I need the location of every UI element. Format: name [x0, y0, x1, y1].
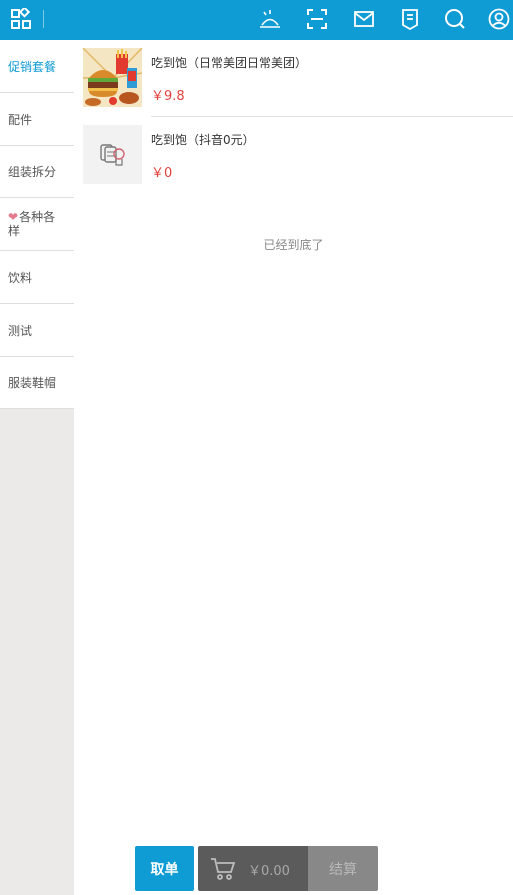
product-name: 吃到饱（日常美团日常美团）: [151, 56, 308, 70]
sidebar-item-label: 测试: [8, 323, 33, 338]
sidebar-item-drinks[interactable]: 饮料: [0, 251, 74, 304]
product-price: ￥0: [151, 166, 173, 181]
mail-icon[interactable]: [353, 8, 375, 30]
category-sidebar: 促销套餐 配件 组装拆分 ❤各种各样 饮料 测试 服装鞋帽: [0, 40, 74, 895]
sidebar-item-accessories[interactable]: 配件: [0, 93, 74, 146]
cart-bar[interactable]: ￥0.00: [198, 846, 308, 891]
topbar-divider: [43, 10, 44, 28]
top-bar: [0, 0, 513, 40]
shopping-cart-icon: [210, 857, 236, 881]
item-divider: [151, 116, 513, 117]
take-order-button[interactable]: 取单: [135, 846, 194, 891]
cart-total: ￥0.00: [248, 864, 290, 879]
sidebar-item-label: 服装鞋帽: [8, 376, 57, 390]
sidebar-item-label: 配件: [8, 112, 33, 127]
user-icon[interactable]: [488, 8, 510, 30]
sidebar-item-clothing-shoes[interactable]: 服装鞋帽: [0, 357, 74, 409]
sidebar-item-test[interactable]: 测试: [0, 304, 74, 357]
scan-icon[interactable]: [306, 8, 328, 30]
search-icon[interactable]: [444, 8, 466, 30]
burger-combo-image: [82, 47, 143, 107]
placeholder-image: [83, 125, 142, 184]
product-item[interactable]: 吃到饱（抖音0元） ￥0: [83, 125, 513, 185]
list-end-text: 已经到底了: [263, 238, 324, 252]
sidebar-item-assembly-split[interactable]: 组装拆分: [0, 146, 74, 198]
grid-menu-icon[interactable]: [10, 8, 32, 30]
sidebar-item-label: 组装拆分: [8, 165, 57, 179]
receipt-icon[interactable]: [399, 8, 421, 30]
food-cover-icon[interactable]: [259, 8, 281, 30]
sidebar-item-label: 促销套餐: [8, 59, 57, 74]
sidebar-item-label: 饮料: [8, 270, 33, 285]
product-name: 吃到饱（抖音0元）: [151, 133, 255, 147]
product-price: ￥9.8: [151, 89, 185, 104]
product-item[interactable]: 吃到饱（日常美团日常美团） ￥9.8: [82, 47, 513, 118]
checkout-button[interactable]: 结算: [308, 846, 378, 891]
heart-icon: ❤: [8, 210, 19, 224]
sidebar-item-miscellaneous[interactable]: ❤各种各样: [0, 198, 74, 251]
sidebar-item-promo-packages[interactable]: 促销套餐: [0, 40, 74, 93]
